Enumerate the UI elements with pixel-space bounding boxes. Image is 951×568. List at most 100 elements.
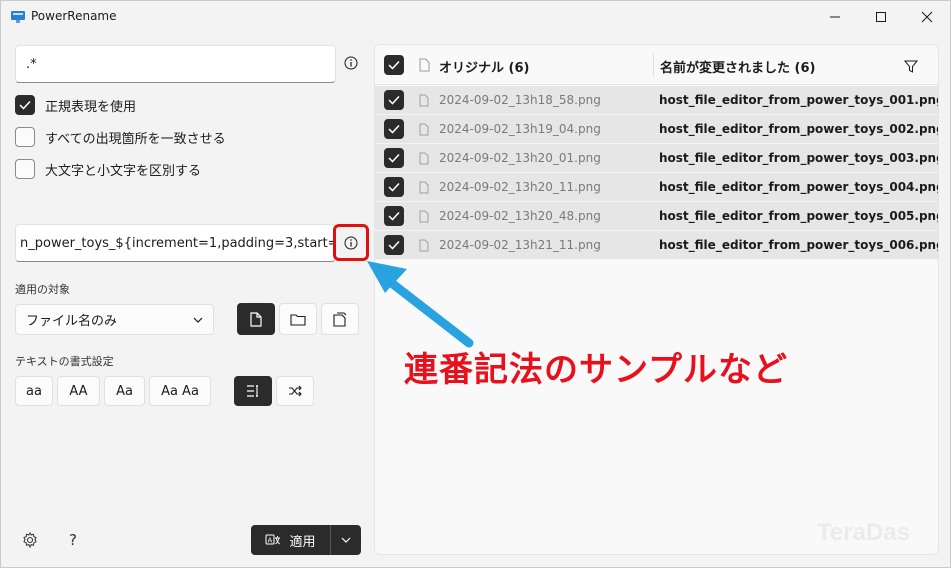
select-all-checkbox[interactable] xyxy=(384,55,404,75)
file-icon xyxy=(250,311,262,327)
text-format-label: テキストの書式設定 xyxy=(15,355,114,368)
row-checkbox[interactable] xyxy=(384,119,404,139)
row-checkbox[interactable] xyxy=(384,148,404,168)
use-regex-checkbox[interactable]: 正規表現を使用 xyxy=(15,94,136,116)
renamed-filename: host_file_editor_from_power_toys_006.png xyxy=(659,238,939,252)
replace-input-value: n_power_toys_${increment=1,padding=3,sta… xyxy=(20,235,336,251)
table-row[interactable]: 2024-09-02_13h19_04.png host_file_editor… xyxy=(375,115,939,144)
maximize-icon xyxy=(876,12,886,22)
search-input[interactable]: .* xyxy=(15,45,336,83)
file-icon xyxy=(419,123,429,136)
apply-to-label: 適用の対象 xyxy=(15,283,70,296)
settings-button[interactable] xyxy=(20,530,40,550)
original-column-header[interactable]: オリジナル (6) xyxy=(439,57,529,76)
files-toggle-button[interactable] xyxy=(237,303,275,335)
title-case-button-label: Aa Aa xyxy=(161,383,199,399)
title-case-button[interactable]: Aa Aa xyxy=(149,376,211,406)
apply-button[interactable]: A 適用 xyxy=(251,525,331,555)
check-icon xyxy=(388,124,400,134)
table-row[interactable]: 2024-09-02_13h20_11.png host_file_editor… xyxy=(375,173,939,202)
renamed-filename: host_file_editor_from_power_toys_004.png xyxy=(659,180,939,194)
checkbox-label: 正規表現を使用 xyxy=(45,99,137,115)
minimize-button[interactable] xyxy=(812,1,858,33)
file-icon xyxy=(419,210,429,223)
apply-to-dropdown[interactable]: ファイル名のみ xyxy=(15,304,214,335)
subfolders-toggle-button[interactable] xyxy=(321,303,359,335)
uppercase-button[interactable]: AA xyxy=(57,376,100,406)
file-icon xyxy=(419,94,429,107)
annotation-arrow xyxy=(367,261,474,348)
sentence-case-button-label: Aa xyxy=(116,383,133,399)
check-icon xyxy=(388,95,400,105)
check-icon xyxy=(388,211,400,221)
randomize-button[interactable] xyxy=(276,376,314,406)
settings-icon xyxy=(23,532,37,548)
maximize-button[interactable] xyxy=(858,1,904,33)
filter-icon xyxy=(904,60,918,73)
renamed-filename: host_file_editor_from_power_toys_005.png xyxy=(659,209,939,223)
shuffle-icon xyxy=(289,385,302,397)
row-checkbox[interactable] xyxy=(384,206,404,226)
renamed-column-header[interactable]: 名前が変更されました (6) xyxy=(660,57,815,76)
list-header: オリジナル (6) 名前が変更されました (6) xyxy=(375,45,938,85)
filter-button[interactable] xyxy=(901,57,921,75)
sentence-case-button[interactable]: Aa xyxy=(104,376,145,406)
minimize-icon xyxy=(830,16,840,18)
folder-icon xyxy=(290,313,306,326)
file-and-folder-icon xyxy=(333,311,347,327)
original-filename: 2024-09-02_13h20_11.png xyxy=(439,180,601,194)
case-sensitive-checkbox[interactable]: 大文字と小文字を区別する xyxy=(15,158,201,180)
checkbox-box xyxy=(15,95,35,115)
search-info-button[interactable] xyxy=(341,53,361,73)
svg-text:A: A xyxy=(268,537,273,545)
apply-options-button[interactable] xyxy=(331,525,361,555)
check-icon xyxy=(388,182,400,192)
file-icon xyxy=(419,152,429,165)
row-checkbox[interactable] xyxy=(384,177,404,197)
table-row[interactable]: 2024-09-02_13h18_58.png host_file_editor… xyxy=(375,86,938,115)
table-row[interactable]: 2024-09-02_13h20_48.png host_file_editor… xyxy=(375,202,939,231)
watermark: TeraDas xyxy=(817,519,910,546)
original-filename: 2024-09-02_13h19_04.png xyxy=(439,122,601,136)
powerrename-window: PowerRename .* 正規表現を使用 すべての出現箇所を一致させる 大文… xyxy=(0,0,951,568)
close-icon xyxy=(921,11,933,23)
original-filename: 2024-09-02_13h18_58.png xyxy=(439,93,601,107)
help-button[interactable]: ? xyxy=(63,530,83,550)
checkbox-box xyxy=(15,127,35,147)
check-icon xyxy=(388,240,400,250)
checkbox-label: すべての出現箇所を一致させる xyxy=(45,131,226,147)
check-icon xyxy=(19,100,31,110)
replace-input[interactable]: n_power_toys_${increment=1,padding=3,sta… xyxy=(15,224,336,262)
uppercase-button-label: AA xyxy=(69,383,88,399)
apply-split-button: A 適用 xyxy=(251,525,361,555)
table-row[interactable]: 2024-09-02_13h20_01.png host_file_editor… xyxy=(375,144,939,173)
file-icon xyxy=(419,58,430,72)
file-icon xyxy=(419,181,429,194)
renamed-filename: host_file_editor_from_power_toys_002.png xyxy=(659,122,939,136)
check-icon xyxy=(388,153,400,163)
annotation-text: 連番記法のサンプルなど xyxy=(404,350,788,390)
search-input-value: .* xyxy=(26,56,37,72)
chevron-down-icon xyxy=(193,317,203,323)
powerrename-icon xyxy=(11,11,25,23)
column-divider xyxy=(653,53,654,77)
translate-icon: A xyxy=(265,534,281,545)
checkbox-label: 大文字と小文字を区別する xyxy=(45,163,202,179)
folders-toggle-button[interactable] xyxy=(279,303,317,335)
chevron-down-icon xyxy=(341,537,351,543)
lowercase-button[interactable]: aa xyxy=(15,376,53,406)
row-checkbox[interactable] xyxy=(384,90,404,110)
original-filename: 2024-09-02_13h20_01.png xyxy=(439,151,601,165)
enumerate-button[interactable] xyxy=(234,376,272,406)
window-title: PowerRename xyxy=(31,9,117,23)
original-filename: 2024-09-02_13h20_48.png xyxy=(439,209,601,223)
close-button[interactable] xyxy=(904,1,950,33)
help-icon: ? xyxy=(69,531,77,549)
check-icon xyxy=(388,60,400,70)
title-bar: PowerRename xyxy=(1,1,951,33)
info-icon xyxy=(344,56,358,70)
renamed-filename: host_file_editor_from_power_toys_003.png xyxy=(659,151,939,165)
enumerate-icon xyxy=(247,385,258,397)
apply-to-selected: ファイル名のみ xyxy=(26,314,118,329)
match-all-checkbox[interactable]: すべての出現箇所を一致させる xyxy=(15,126,226,148)
